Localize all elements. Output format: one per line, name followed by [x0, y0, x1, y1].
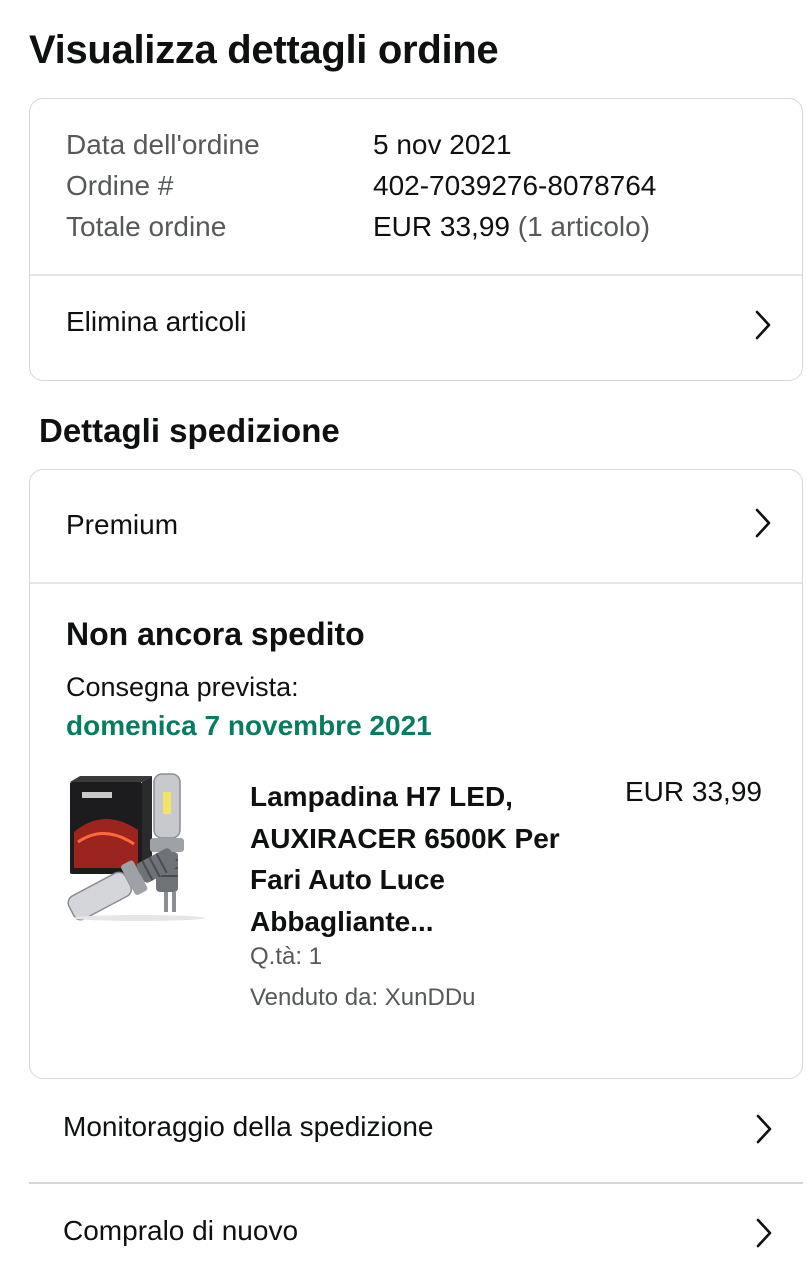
- product-quantity: Q.tà: 1: [250, 943, 323, 970]
- order-total-amount: EUR 33,99: [373, 211, 510, 242]
- order-date-label: Data dell'ordine: [66, 129, 260, 160]
- chevron-right-icon: [754, 508, 772, 538]
- delete-items-button[interactable]: Elimina articoli: [30, 276, 802, 380]
- track-shipment-button[interactable]: Monitoraggio della spedizione: [29, 1080, 803, 1180]
- product-image[interactable]: [64, 772, 214, 922]
- delivery-eta-label: Consegna prevista:: [66, 672, 299, 702]
- track-shipment-label: Monitoraggio della spedizione: [63, 1111, 434, 1142]
- product-seller: Venduto da: XunDDu: [250, 984, 476, 1011]
- delivery-eta-date: domenica 7 novembre 2021: [66, 710, 432, 741]
- divider: [30, 582, 802, 584]
- shipment-section-title: Dettagli spedizione: [39, 412, 340, 449]
- page-title: Visualizza dettagli ordine: [29, 28, 499, 72]
- order-total-value: EUR 33,99 (1 articolo): [373, 211, 650, 243]
- shipping-option-label: Premium: [66, 509, 179, 540]
- order-total-label: Totale ordine: [66, 211, 227, 242]
- delete-items-label: Elimina articoli: [66, 306, 247, 337]
- shipment-card: Premium Non ancora spedito Consegna prev…: [29, 469, 803, 1079]
- product-title[interactable]: Lampadina H7 LED, AUXIRACER 6500K Per Fa…: [250, 776, 590, 942]
- order-details-page: Visualizza dettagli ordine Data dell'ord…: [0, 0, 807, 1280]
- chevron-right-icon: [755, 1114, 773, 1144]
- shipment-status: Non ancora spedito: [66, 616, 365, 652]
- shipping-option-button[interactable]: Premium: [30, 470, 802, 582]
- order-number-label: Ordine #: [66, 170, 174, 201]
- order-date-value: 5 nov 2021: [373, 129, 512, 160]
- product-price: EUR 33,99: [625, 776, 762, 807]
- order-summary-card: Data dell'ordine 5 nov 2021 Ordine # 402…: [29, 98, 803, 381]
- order-number-value: 402-7039276-8078764: [373, 170, 657, 201]
- buy-again-button[interactable]: Compralo di nuovo: [29, 1184, 803, 1280]
- order-total-items: (1 articolo): [517, 211, 651, 242]
- buy-again-label: Compralo di nuovo: [63, 1215, 299, 1246]
- chevron-right-icon: [755, 1218, 773, 1248]
- chevron-right-icon: [754, 310, 772, 340]
